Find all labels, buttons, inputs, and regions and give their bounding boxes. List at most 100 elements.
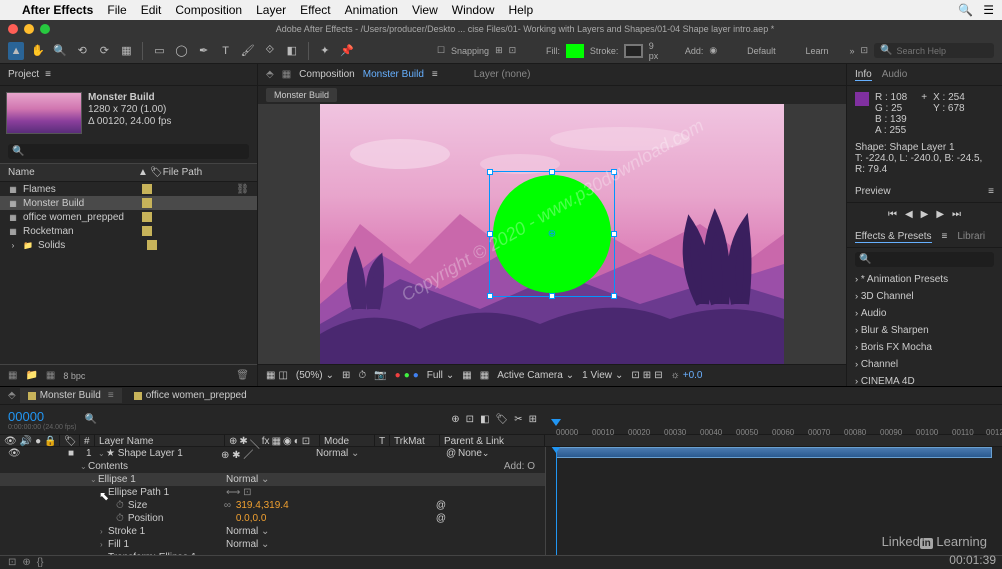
puppet-tool[interactable]: 📌 bbox=[339, 42, 355, 60]
resize-handle[interactable] bbox=[611, 293, 617, 299]
pickwhip-icon[interactable]: @ bbox=[436, 513, 446, 524]
3d-icon[interactable]: ⊟ bbox=[654, 370, 662, 381]
stopwatch-icon[interactable]: ⏱ bbox=[116, 513, 124, 524]
pen-tool[interactable]: ✒ bbox=[196, 42, 212, 60]
maximize-window-button[interactable] bbox=[40, 24, 50, 34]
chevron-down-icon[interactable]: ⌄ bbox=[615, 370, 623, 381]
toggle-modes-icon[interactable]: ⊕ bbox=[22, 557, 30, 568]
selection-bounding-box[interactable]: ⊕ bbox=[489, 171, 615, 297]
layer-mode[interactable]: Normal bbox=[316, 448, 348, 459]
project-tab[interactable]: Project bbox=[8, 69, 39, 80]
stroke-row[interactable]: › Stroke 1 Normal ⌄ bbox=[0, 525, 545, 538]
effect-category[interactable]: › Blur & Sharpen bbox=[847, 322, 1002, 339]
layer-bar[interactable] bbox=[556, 447, 992, 458]
col-trkmat[interactable]: TrkMat bbox=[390, 435, 440, 446]
selection-tool[interactable]: ▲ bbox=[8, 42, 24, 60]
snap-icon2[interactable]: ⊡ bbox=[509, 45, 517, 56]
tl-icon[interactable]: ⊞ bbox=[529, 414, 537, 425]
zoom-tool[interactable]: 🔍 bbox=[52, 42, 68, 60]
current-timecode[interactable]: 00000 bbox=[8, 409, 77, 424]
menu-window[interactable]: Window bbox=[452, 3, 495, 17]
audio-col-icon[interactable]: 🔊 bbox=[20, 436, 32, 445]
interpret-icon[interactable]: ▦ bbox=[8, 370, 17, 381]
add-menu-icon[interactable]: ◉ bbox=[709, 45, 717, 56]
position-value[interactable]: 0.0,0.0 bbox=[236, 513, 316, 524]
effects-search-input[interactable] bbox=[871, 254, 990, 265]
eye-col-icon[interactable]: 👁 bbox=[4, 436, 17, 445]
brush-tool[interactable]: 🖌 bbox=[240, 42, 256, 60]
fill-swatch[interactable] bbox=[566, 44, 584, 58]
orbit-tool[interactable]: ⟲ bbox=[74, 42, 90, 60]
search-help-input[interactable] bbox=[896, 46, 996, 56]
comp-tab-name[interactable]: Monster Build bbox=[363, 69, 424, 80]
snapping-label[interactable]: Snapping bbox=[451, 46, 489, 56]
quality-select[interactable]: Full bbox=[427, 370, 443, 381]
tl-icon[interactable]: ◧ bbox=[480, 414, 489, 425]
region-icon[interactable]: ▦ bbox=[480, 370, 489, 381]
tl-icon[interactable]: ⊡ bbox=[466, 414, 474, 425]
effect-category[interactable]: › Boris FX Mocha bbox=[847, 339, 1002, 356]
chevron-down-icon[interactable]: ⌄ bbox=[446, 370, 454, 381]
panel-menu-icon[interactable]: ≡ bbox=[45, 69, 51, 80]
menu-animation[interactable]: Animation bbox=[345, 3, 398, 17]
layer-none-tab[interactable]: Layer (none) bbox=[474, 69, 531, 80]
bpc-label[interactable]: 8 bpc bbox=[63, 371, 85, 381]
size-value[interactable]: 319.4,319.4 bbox=[236, 500, 316, 511]
tl-icon[interactable]: ✂ bbox=[514, 414, 522, 425]
menu-help[interactable]: Help bbox=[508, 3, 533, 17]
workspace-learn[interactable]: Learn bbox=[805, 46, 828, 56]
search-icon[interactable]: 🔍 bbox=[85, 414, 97, 425]
stroke-width[interactable]: 9 px bbox=[649, 41, 664, 61]
preview-tab[interactable]: Preview bbox=[855, 186, 891, 197]
chevron-down-icon[interactable]: ⌄ bbox=[98, 449, 106, 458]
grid-icon[interactable]: ▦ bbox=[462, 370, 471, 381]
fill-row[interactable]: › Fill 1 Normal ⌄ bbox=[0, 538, 545, 551]
menu-composition[interactable]: Composition bbox=[175, 3, 242, 17]
resize-handle[interactable] bbox=[549, 293, 555, 299]
size-row[interactable]: ⏱ Size ∞ 319.4,319.4 @ bbox=[0, 499, 545, 512]
chevron-right-icon[interactable]: › bbox=[100, 540, 108, 549]
col-filepath[interactable]: File Path bbox=[163, 167, 202, 178]
lock-col-icon[interactable]: 🔒 bbox=[44, 436, 56, 445]
solo-col-icon[interactable]: ● bbox=[35, 436, 41, 445]
col-layer-name[interactable]: Layer Name bbox=[95, 435, 225, 446]
blend-mode[interactable]: Normal bbox=[226, 474, 258, 485]
info-tab[interactable]: Info bbox=[855, 69, 872, 81]
type-tool[interactable]: T bbox=[218, 42, 234, 60]
blend-icon[interactable]: ⬘ bbox=[266, 69, 274, 80]
effect-category[interactable]: › 3D Channel bbox=[847, 288, 1002, 305]
label-swatch[interactable]: ■ bbox=[68, 448, 86, 459]
stopwatch-icon[interactable]: ⏱ bbox=[116, 500, 124, 511]
search-icon[interactable]: 🔍 bbox=[958, 3, 973, 17]
effect-category[interactable]: › Channel bbox=[847, 356, 1002, 373]
num-col[interactable]: # bbox=[80, 435, 95, 446]
snapshot-icon[interactable]: 📷 bbox=[374, 370, 386, 381]
menu-file[interactable]: File bbox=[107, 3, 126, 17]
flowchart-icon[interactable]: ⛓ bbox=[236, 184, 249, 195]
project-item[interactable]: ▦ office women_prepped bbox=[0, 210, 257, 224]
menu-effect[interactable]: Effect bbox=[300, 3, 330, 17]
snap-icon[interactable]: ⊞ bbox=[495, 45, 503, 56]
add-menu[interactable]: Add: O bbox=[504, 461, 535, 472]
resize-handle[interactable] bbox=[549, 169, 555, 175]
camera-tool[interactable]: ▦ bbox=[118, 42, 134, 60]
camera-select[interactable]: Active Camera bbox=[497, 370, 563, 381]
label-swatch[interactable] bbox=[142, 212, 152, 222]
col-label[interactable]: ▲ bbox=[138, 167, 150, 178]
timeline-tab[interactable]: office women_prepped bbox=[126, 388, 255, 403]
effect-category[interactable]: › Audio bbox=[847, 305, 1002, 322]
menu-view[interactable]: View bbox=[412, 3, 438, 17]
workspace-menu-icon[interactable]: » bbox=[849, 46, 854, 56]
resize-handle[interactable] bbox=[611, 169, 617, 175]
breadcrumb[interactable]: Monster Build bbox=[266, 88, 337, 102]
layer-row[interactable]: 👁 ■ 1 ⌄ ★ Shape Layer 1 ⊕ ✱ ／ Normal ⌄ @… bbox=[0, 447, 545, 460]
effects-tab[interactable]: Effects & Presets bbox=[855, 231, 932, 243]
delete-icon[interactable]: 🗑 bbox=[236, 370, 249, 381]
label-swatch[interactable] bbox=[142, 226, 152, 236]
path-icons[interactable]: ⟷ ⊡ bbox=[226, 487, 252, 498]
minimize-window-button[interactable] bbox=[24, 24, 34, 34]
contents-row[interactable]: ⌄ Contents Add: O bbox=[0, 460, 545, 473]
play-icon[interactable]: ▶ bbox=[921, 209, 929, 220]
last-frame-icon[interactable]: ⏭ bbox=[952, 209, 961, 220]
hand-tool[interactable]: ✋ bbox=[30, 42, 46, 60]
